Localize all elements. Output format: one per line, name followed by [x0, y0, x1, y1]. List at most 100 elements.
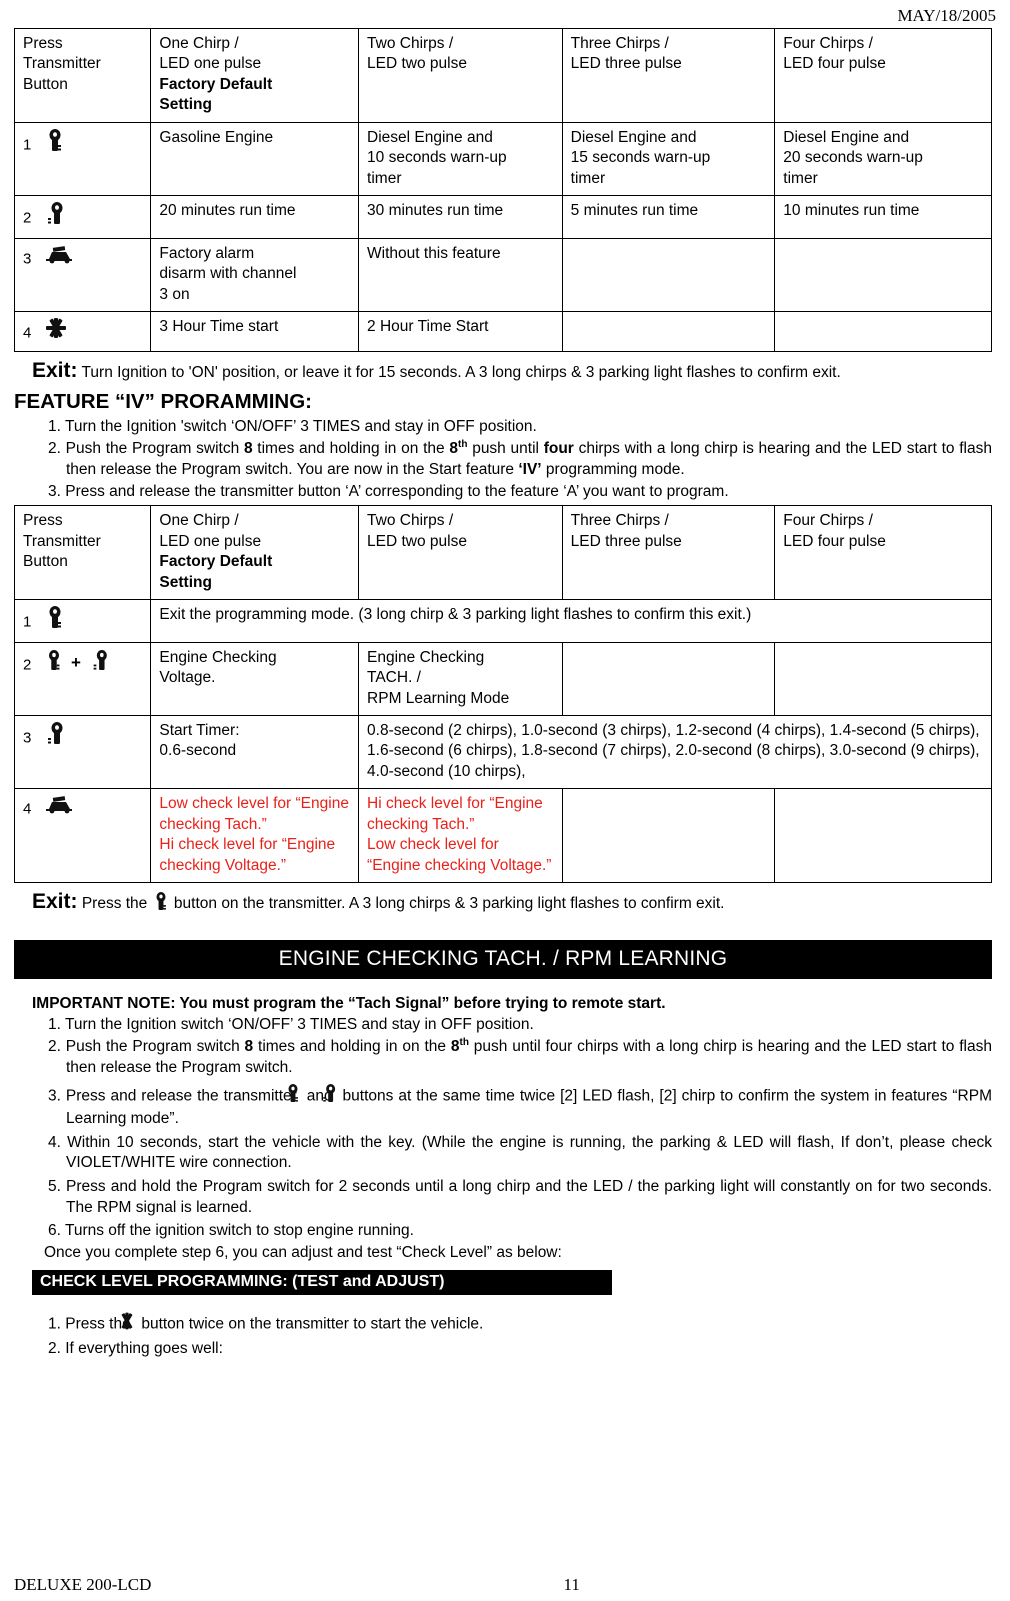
row-cell: [561, 237, 776, 312]
unlock-key-icon: [44, 201, 66, 231]
lock-key-icon: [44, 648, 64, 678]
section-banner-engine-checking: ENGINE CHECKING TACH. / RPM LEARNING: [14, 939, 992, 979]
step-item: 1. Turn the Ignition 'switch ‘ON/OFF’ 3 …: [48, 417, 537, 435]
row-cell: 2 Hour Time Start: [358, 310, 563, 353]
row-cell: Engine Checking Voltage.: [150, 641, 360, 717]
step-item: 4. Within 10 seconds, start the vehicle …: [48, 1133, 992, 1172]
row-cell: 30 minutes run time: [358, 195, 563, 239]
page-date: MAY/18/2005: [897, 6, 996, 25]
feature-table-1: Press Transmitter Button One Chirp / LED…: [13, 28, 992, 353]
step-item: 3. Press and release the transmitter but…: [48, 482, 729, 500]
row-cell: Diesel Engine and 20 seconds warn-up tim…: [774, 121, 992, 197]
row-cell: Diesel Engine and 15 seconds warn-up tim…: [561, 121, 776, 197]
row-cell: [774, 237, 992, 312]
table-row: 3 Start Timer: 0.6-second 0.8-second (2 …: [13, 714, 992, 790]
trunk-car-icon: [44, 794, 74, 820]
row-button-cell: 1: [13, 121, 152, 197]
row-button-cell: 4: [13, 788, 152, 884]
row-cell: Low check level for “Engine checking Tac…: [150, 788, 360, 884]
header-cell-two-chirps: Two Chirps / LED two pulse: [358, 505, 563, 601]
row-button-cell: 2 +: [13, 641, 152, 717]
header-cell-four-chirps: Four Chirps / LED four pulse: [774, 28, 992, 123]
row-cell: [561, 310, 776, 353]
closing-line: Once you complete step 6, you can adjust…: [44, 1243, 562, 1261]
row-cell: Gasoline Engine: [150, 121, 360, 197]
row-button-cell: 3: [13, 237, 152, 312]
footer-page-number: 11: [563, 1575, 580, 1594]
header-cell-three-chirps: Three Chirps / LED three pulse: [561, 28, 776, 123]
row-cell: [774, 788, 992, 884]
row-cell: [561, 788, 776, 884]
table-row: 1 Gasoline Engine Diesel Engine and 10 s…: [13, 121, 992, 197]
exit-label: Exit:: [32, 359, 78, 383]
step-item: 6. Turns off the ignition switch to stop…: [48, 1222, 414, 1240]
row-cell-exit-mode: Exit the programming mode. (3 long chirp…: [150, 599, 992, 643]
row-button-cell: 3: [13, 714, 152, 790]
lock-key-icon: [44, 605, 66, 635]
step-item: 2. Push the Program switch 8 times and h…: [48, 1037, 992, 1076]
row-cell: [774, 641, 992, 717]
check-level-steps: 1. Press the button twice on the transmi…: [14, 1311, 992, 1359]
row-button-cell: 2: [13, 195, 152, 239]
row-cell: Hi check level for “Engine checking Tach…: [358, 788, 563, 884]
table-row: 1 Exit the programming mode. (3 long chi…: [13, 599, 992, 643]
plus-sign: +: [70, 652, 81, 672]
step-item: 3. Press and release the transmitter and…: [48, 1083, 992, 1130]
table-row: 4 Low check level for “Engine checking T…: [13, 788, 992, 884]
step-item: 2. If everything goes well:: [48, 1340, 223, 1357]
row-cell: Without this feature: [358, 237, 563, 312]
row-cell: Diesel Engine and 10 seconds warn-up tim…: [358, 121, 563, 197]
feature-iv-steps: 1. Turn the Ignition 'switch ‘ON/OFF’ 3 …: [14, 417, 992, 503]
row-button-cell: 1: [13, 599, 152, 643]
exit-instruction-1: Exit: Turn Ignition to 'ON' position, or…: [32, 357, 992, 385]
row-cell: 5 minutes run time: [561, 195, 776, 239]
row-cell: 3 Hour Time start: [150, 310, 360, 353]
exit-instruction-2: Exit: Press the button on the transmitte…: [32, 888, 992, 917]
exit-text: Turn Ignition to 'ON' position, or leave…: [77, 364, 841, 382]
trunk-car-icon: [44, 244, 74, 270]
header-cell-four-chirps: Four Chirps / LED four pulse: [774, 505, 992, 601]
row-cell: 20 minutes run time: [150, 195, 360, 239]
header-cell-one-chirp: One Chirp / LED one pulse Factory Defaul…: [150, 505, 360, 601]
header-cell-three-chirps: Three Chirps / LED three pulse: [561, 505, 776, 601]
table-row: 2 20 minutes run time 30 minutes run tim…: [13, 195, 992, 239]
row-cell-timer-options: 0.8-second (2 chirps), 1.0-second (3 chi…: [358, 714, 992, 790]
row-cell: [561, 641, 776, 717]
row-cell: Engine Checking TACH. / RPM Learning Mod…: [358, 641, 563, 717]
page-footer: DELUXE 200-LCD 11: [0, 1575, 1010, 1595]
unlock-key-icon: [44, 721, 66, 751]
table-row: 3 Factory alarm disarm with channel 3 on…: [13, 237, 992, 312]
exit-label: Exit:: [32, 890, 78, 914]
exit-text-a: Press the: [77, 895, 152, 913]
document-page: MAY/18/2005 Press Transmitter Button One…: [0, 0, 1010, 1601]
step-item: 2. Push the Program switch 8 times and h…: [48, 439, 992, 479]
star-remote-start-icon: [44, 317, 68, 345]
header-cell-one-chirp: One Chirp / LED one pulse Factory Defaul…: [150, 28, 360, 123]
row-cell: Factory alarm disarm with channel 3 on: [150, 237, 360, 312]
row-cell: 10 minutes run time: [774, 195, 992, 239]
rpm-learning-steps: 1. Turn the Ignition switch ‘ON/OFF’ 3 T…: [14, 1015, 992, 1264]
feature-table-2: Press Transmitter Button One Chirp / LED…: [13, 505, 992, 884]
row-cell: [774, 310, 992, 353]
header-cell-two-chirps: Two Chirps / LED two pulse: [358, 28, 563, 123]
feature-iv-heading: FEATURE “IV” PRORAMMING:: [14, 389, 313, 413]
step-item: 1. Press the button twice on the transmi…: [48, 1311, 992, 1338]
footer-model: DELUXE 200-LCD: [14, 1575, 152, 1594]
row-cell: Start Timer: 0.6-second: [150, 714, 360, 790]
header-cell-button: Press Transmitter Button: [13, 28, 152, 123]
sub-banner-check-level: CHECK LEVEL PROGRAMMING: (TEST and ADJUS…: [32, 1270, 612, 1296]
important-note: IMPORTANT NOTE: You must program the “Ta…: [32, 994, 666, 1012]
page-content: Press Transmitter Button One Chirp / LED…: [0, 28, 1010, 1360]
table-header-row: Press Transmitter Button One Chirp / LED…: [13, 28, 992, 123]
table-header-row: Press Transmitter Button One Chirp / LED…: [13, 505, 992, 601]
lock-key-icon: [44, 128, 66, 158]
unlock-key-icon: [90, 648, 110, 678]
table-row: 4 3 Hour Time start 2 Hour Time Start: [13, 310, 992, 353]
header-cell-button: Press Transmitter Button: [13, 505, 152, 601]
table-row: 2 + Engine Checking Voltage. Engine Chec…: [13, 641, 992, 717]
row-button-cell: 4: [13, 310, 152, 353]
exit-text-b: button on the transmitter. A 3 long chir…: [169, 895, 725, 913]
lock-key-icon: [152, 891, 170, 918]
step-item: 5. Press and hold the Program switch for…: [48, 1177, 992, 1216]
step-item: 1. Turn the Ignition switch ‘ON/OFF’ 3 T…: [48, 1015, 534, 1033]
